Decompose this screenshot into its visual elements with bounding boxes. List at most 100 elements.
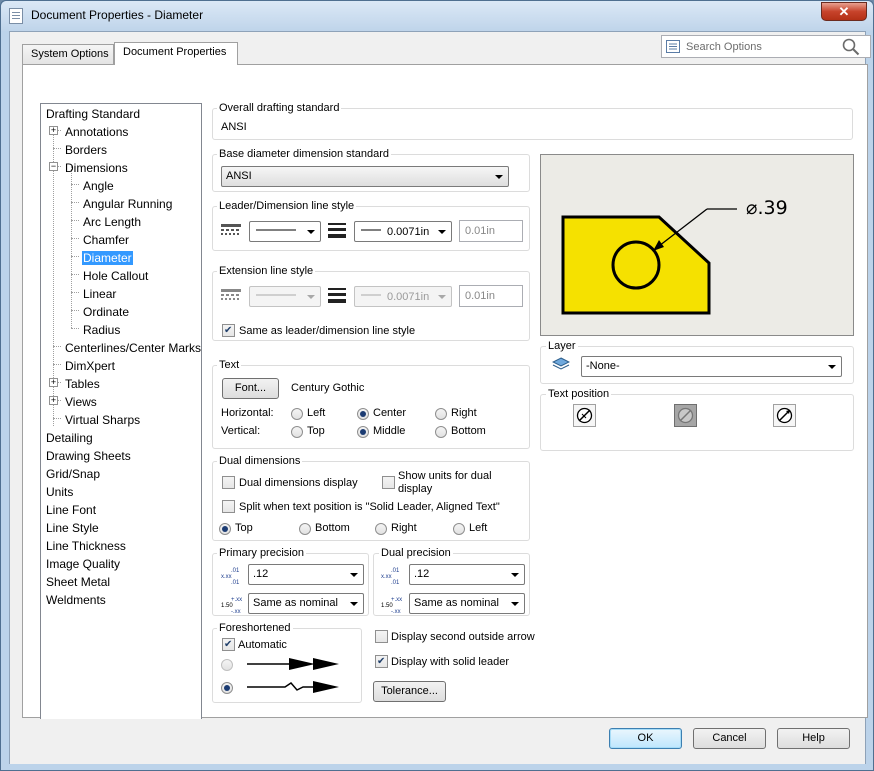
tree-item-chamfer[interactable]: Chamfer	[83, 232, 129, 249]
tree-item-drawing-sheets[interactable]: Drawing Sheets	[46, 448, 131, 465]
text-position-inline-button[interactable]	[773, 404, 796, 427]
tree-item-diameter[interactable]: Diameter	[82, 250, 133, 267]
tree-item-image-quality[interactable]: Image Quality	[46, 556, 120, 573]
tree-item-virtual-sharps[interactable]: Virtual Sharps	[65, 412, 140, 429]
svg-text:.01: .01	[231, 580, 240, 584]
expand-icon[interactable]: +	[49, 396, 58, 405]
preview-dimension-text: ⌀.39	[746, 197, 788, 219]
show-units-checkbox[interactable]	[382, 476, 395, 489]
layer-select[interactable]: -None-	[581, 356, 842, 377]
dual-display-checkbox[interactable]	[222, 476, 235, 489]
vertical-label: Vertical:	[221, 425, 261, 437]
extension-style-label: Extension line style	[217, 265, 316, 277]
tolerance-button[interactable]: Tolerance...	[373, 681, 446, 702]
tree-item-views[interactable]: Views	[65, 394, 97, 411]
title-bar[interactable]: Document Properties - Diameter ✕	[1, 1, 873, 31]
vertical-middle-radio[interactable]	[357, 426, 369, 438]
extension-thickness-value: 0.0071in	[387, 291, 430, 303]
line-thickness-icon	[328, 223, 346, 238]
horizontal-right-radio[interactable]	[435, 408, 447, 420]
document-properties-panel: Drafting Standard + Annotations Borders …	[22, 64, 868, 744]
layer-label: Layer	[546, 340, 578, 352]
dual-left-radio[interactable]	[453, 523, 465, 535]
tree-item-centerlines[interactable]: Centerlines/Center Marks	[65, 340, 201, 357]
tree-item-dimxpert[interactable]: DimXpert	[65, 358, 115, 375]
dual-top-radio[interactable]	[219, 523, 231, 535]
tree-item-line-style[interactable]: Line Style	[46, 520, 99, 537]
options-tree[interactable]: Drafting Standard + Annotations Borders …	[40, 103, 202, 744]
text-position-horizontal-button[interactable]	[573, 404, 596, 427]
horizontal-left-radio[interactable]	[291, 408, 303, 420]
base-standard-select[interactable]: ANSI	[221, 166, 509, 187]
tree-item-drafting-standard[interactable]: Drafting Standard	[46, 106, 140, 123]
text-group-label: Text	[217, 359, 242, 371]
foreshortened-straight-radio[interactable]	[221, 659, 233, 671]
leader-line-style-select[interactable]	[249, 221, 321, 242]
vertical-top-radio[interactable]	[291, 426, 303, 438]
collapse-icon[interactable]: −	[49, 162, 58, 171]
tree-item-angle[interactable]: Angle	[83, 178, 114, 195]
primary-precision-select[interactable]: .12	[248, 564, 364, 585]
tree-item-grid-snap[interactable]: Grid/Snap	[46, 466, 100, 483]
tree-item-units[interactable]: Units	[46, 484, 73, 501]
dialog-window: Document Properties - Diameter ✕ System …	[0, 0, 874, 771]
dual-dimensions-label: Dual dimensions	[217, 455, 303, 467]
tree-item-angular-running[interactable]: Angular Running	[83, 196, 172, 213]
horizontal-center-radio[interactable]	[357, 408, 369, 420]
tree-item-line-font[interactable]: Line Font	[46, 502, 96, 519]
leader-thickness-select[interactable]: 0.0071in	[354, 221, 452, 242]
dual-bottom-radio[interactable]	[299, 523, 311, 535]
vertical-bottom-radio[interactable]	[435, 426, 447, 438]
extension-custom-thickness-input[interactable]: 0.01in	[459, 285, 523, 307]
tree-item-arc-length[interactable]: Arc Length	[83, 214, 141, 231]
dual-tolerance-select[interactable]: Same as nominal	[409, 593, 525, 614]
tree-item-tables[interactable]: Tables	[65, 376, 100, 393]
zigzag-arrow-icon	[247, 681, 339, 693]
svg-text:.01: .01	[231, 568, 240, 574]
dual-right-radio[interactable]	[375, 523, 387, 535]
dual-precision-select[interactable]: .12	[409, 564, 525, 585]
foreshortened-automatic-checkbox[interactable]	[222, 638, 235, 651]
dual-precision-label: Dual precision	[379, 547, 453, 559]
svg-text:.01: .01	[391, 580, 400, 584]
expand-icon[interactable]: +	[49, 126, 58, 135]
solid-leader-checkbox[interactable]	[375, 655, 388, 668]
tree-item-ordinate[interactable]: Ordinate	[83, 304, 129, 321]
tree-item-weldments[interactable]: Weldments	[46, 592, 106, 609]
line-font-icon	[221, 289, 241, 300]
search-icon[interactable]	[842, 38, 860, 56]
close-button[interactable]: ✕	[821, 2, 867, 21]
tree-item-radius[interactable]: Radius	[83, 322, 120, 339]
search-options-box[interactable]: Search Options	[661, 35, 871, 58]
tab-system-options[interactable]: System Options	[22, 44, 114, 65]
tree-item-hole-callout[interactable]: Hole Callout	[83, 268, 148, 285]
same-as-leader-checkbox[interactable]	[222, 324, 235, 337]
tree-item-annotations[interactable]: Annotations	[65, 124, 128, 141]
tree-item-dimensions[interactable]: Dimensions	[65, 160, 128, 177]
tree-item-linear[interactable]: Linear	[83, 286, 116, 303]
tree-item-detailing[interactable]: Detailing	[46, 430, 93, 447]
cancel-button[interactable]: Cancel	[693, 728, 766, 749]
dialog-client-area: System Options Document Properties Searc…	[9, 31, 871, 764]
tree-item-sheet-metal[interactable]: Sheet Metal	[46, 574, 110, 591]
extension-thickness-select[interactable]: 0.0071in	[354, 286, 452, 307]
tree-item-borders[interactable]: Borders	[65, 142, 107, 159]
tab-document-properties[interactable]: Document Properties	[114, 42, 238, 65]
split-text-checkbox[interactable]	[222, 500, 235, 513]
tree-item-line-thickness[interactable]: Line Thickness	[46, 538, 126, 555]
primary-tolerance-select[interactable]: Same as nominal	[248, 593, 364, 614]
leader-style-label: Leader/Dimension line style	[217, 200, 357, 212]
foreshortened-zigzag-radio[interactable]	[221, 682, 233, 694]
split-text-label: Split when text position is "Solid Leade…	[239, 501, 500, 513]
ok-button[interactable]: OK	[609, 728, 682, 749]
help-button[interactable]: Help	[777, 728, 850, 749]
second-outside-arrow-checkbox[interactable]	[375, 630, 388, 643]
text-position-aligned-button[interactable]	[674, 404, 697, 427]
expand-icon[interactable]: +	[49, 378, 58, 387]
vertical-top-label: Top	[307, 425, 325, 437]
overall-standard-label: Overall drafting standard	[217, 102, 342, 114]
font-button[interactable]: Font...	[222, 378, 279, 399]
search-input[interactable]: Search Options	[686, 41, 762, 53]
extension-line-style-select[interactable]	[249, 286, 321, 307]
leader-custom-thickness-input[interactable]: 0.01in	[459, 220, 523, 242]
